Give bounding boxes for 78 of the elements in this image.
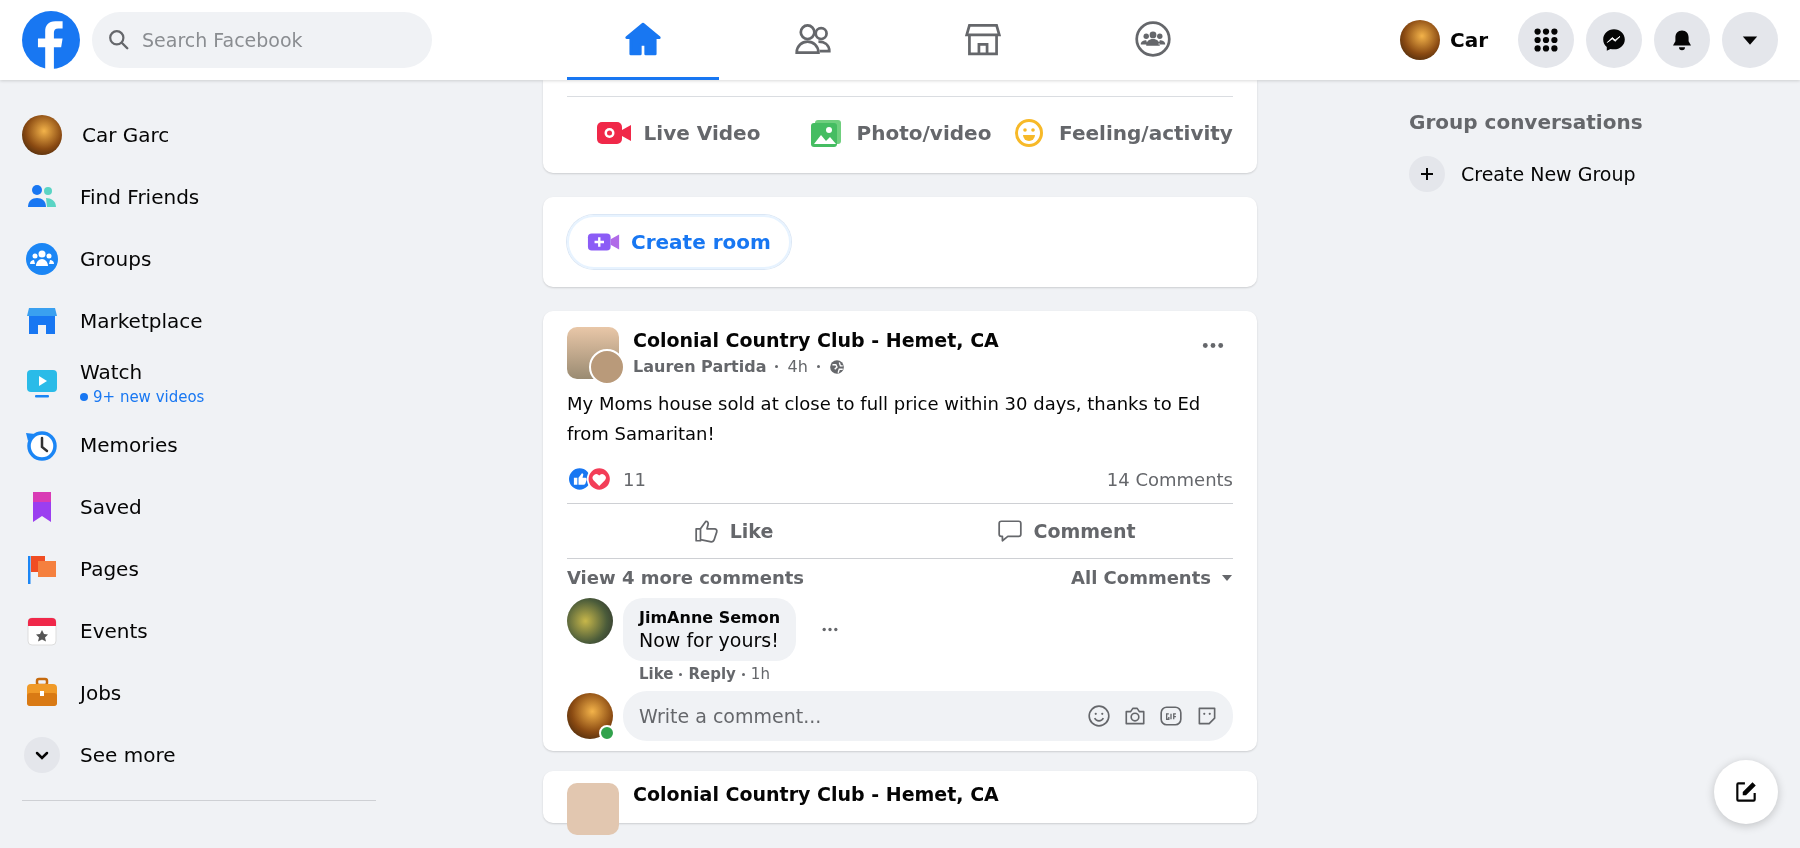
avatar-icon xyxy=(1399,20,1440,60)
comment-filter-dropdown[interactable]: All Comments xyxy=(1071,567,1233,588)
thumbs-up-icon xyxy=(693,518,720,544)
sidebar-item[interactable]: Pages xyxy=(22,538,543,600)
section-heading: Group conversations xyxy=(1409,110,1644,134)
feeling-button[interactable]: Feeling/activity xyxy=(1011,105,1233,161)
sidebar-label: Memories xyxy=(80,433,178,457)
comment-time: 1h xyxy=(750,665,770,683)
account-button[interactable] xyxy=(1722,12,1778,68)
author-link[interactable]: Lauren Partida xyxy=(633,357,767,376)
create-group-link[interactable]: Create New Group xyxy=(1409,148,1800,200)
separator-dot-icon xyxy=(775,365,779,368)
messenger-button[interactable] xyxy=(1586,12,1642,68)
separator-dot-icon xyxy=(679,672,683,676)
logo-icon[interactable] xyxy=(22,11,80,69)
sidebar-item[interactable]: Find Friends xyxy=(22,166,543,228)
sidebar-label: Car Garc xyxy=(82,123,170,147)
sidebar-label: Pages xyxy=(80,557,139,581)
online-dot-icon xyxy=(599,725,615,741)
commenter-name-link[interactable]: JimAnne Semon xyxy=(639,608,781,627)
group-icon xyxy=(1134,19,1172,58)
sidebar-label: Saved xyxy=(80,495,142,519)
comment-like-link[interactable]: Like xyxy=(639,665,674,683)
search-field[interactable]: Search Facebook xyxy=(92,12,432,68)
avatar-icon xyxy=(22,115,62,155)
view-more-comments-link[interactable]: View 4 more comments xyxy=(567,567,805,588)
reaction-count: 11 xyxy=(623,468,646,490)
sidebar-label: Watch xyxy=(80,360,144,384)
reactions-icon xyxy=(567,466,613,492)
sidebar-item[interactable]: Events xyxy=(22,600,543,662)
commenter-avatar-icon xyxy=(567,598,613,644)
gif-icon[interactable] xyxy=(1159,704,1183,728)
messenger-icon xyxy=(1602,28,1626,52)
caret-icon xyxy=(1221,573,1233,582)
notifications-button[interactable] xyxy=(1654,12,1710,68)
profile-button[interactable]: Car xyxy=(1399,20,1488,60)
sidebar-item[interactable]: Car Garc xyxy=(22,104,543,166)
comment-button[interactable]: Comment xyxy=(900,507,1233,555)
comments-count-link[interactable]: 14 Comments xyxy=(1106,468,1233,490)
ellipsis-icon xyxy=(1202,341,1224,349)
compose-icon xyxy=(1733,779,1759,805)
sidebar-item[interactable]: Marketplace xyxy=(22,290,543,352)
menu-button[interactable] xyxy=(1518,12,1574,68)
search-icon xyxy=(108,29,130,51)
post-time: 4h xyxy=(787,357,808,376)
sidebar-label: Jobs xyxy=(80,681,122,705)
separator-dot-icon xyxy=(741,672,745,676)
sidebar-item[interactable]: Memories xyxy=(22,414,543,476)
speech-bubble-icon xyxy=(997,518,1024,544)
sidebar-label: Events xyxy=(80,619,148,643)
comment-text: Now for yours! xyxy=(639,629,780,651)
sidebar-item[interactable]: Saved xyxy=(22,476,543,538)
sidebar-label: Marketplace xyxy=(80,309,203,333)
sidebar-item[interactable]: Jobs xyxy=(22,662,543,724)
grid-icon xyxy=(1534,28,1558,52)
group-name-link[interactable]: Colonial Country Club - Hemet, CA xyxy=(633,783,999,805)
photo-video-button[interactable]: Photo/video xyxy=(789,105,1011,161)
sidebar-label: Groups xyxy=(80,247,152,271)
group-avatar-icon xyxy=(567,783,619,835)
reply-link[interactable]: Reply xyxy=(688,665,736,683)
groups-icon xyxy=(24,241,60,277)
plus-icon xyxy=(1409,156,1445,192)
create-room-button[interactable]: Create room xyxy=(567,215,791,269)
sidebar-item[interactable]: Watch 9+ new videos xyxy=(22,352,543,414)
chevron-down-icon xyxy=(24,737,60,773)
ellipsis-icon xyxy=(821,627,840,632)
live-video-button[interactable]: Live Video xyxy=(567,105,789,161)
like-button[interactable]: Like xyxy=(567,507,900,555)
comment-input-field[interactable]: Write a comment... xyxy=(623,691,1233,741)
new-message-button[interactable] xyxy=(1714,760,1778,824)
see-more-link[interactable]: See more xyxy=(22,724,543,786)
sidebar-item[interactable]: Groups xyxy=(22,228,543,290)
sidebar-label: Find Friends xyxy=(80,185,200,209)
group-name-link[interactable]: Colonial Country Club - Hemet, CA xyxy=(633,329,1179,351)
emoji-icon[interactable] xyxy=(1087,704,1111,728)
post-text: My Moms house sold at close to full price within 30 days, thanks to Ed from Samaritan! xyxy=(567,392,1202,446)
separator-dot-icon xyxy=(816,365,820,368)
new-videos-badge: 9+ new videos xyxy=(80,388,205,406)
